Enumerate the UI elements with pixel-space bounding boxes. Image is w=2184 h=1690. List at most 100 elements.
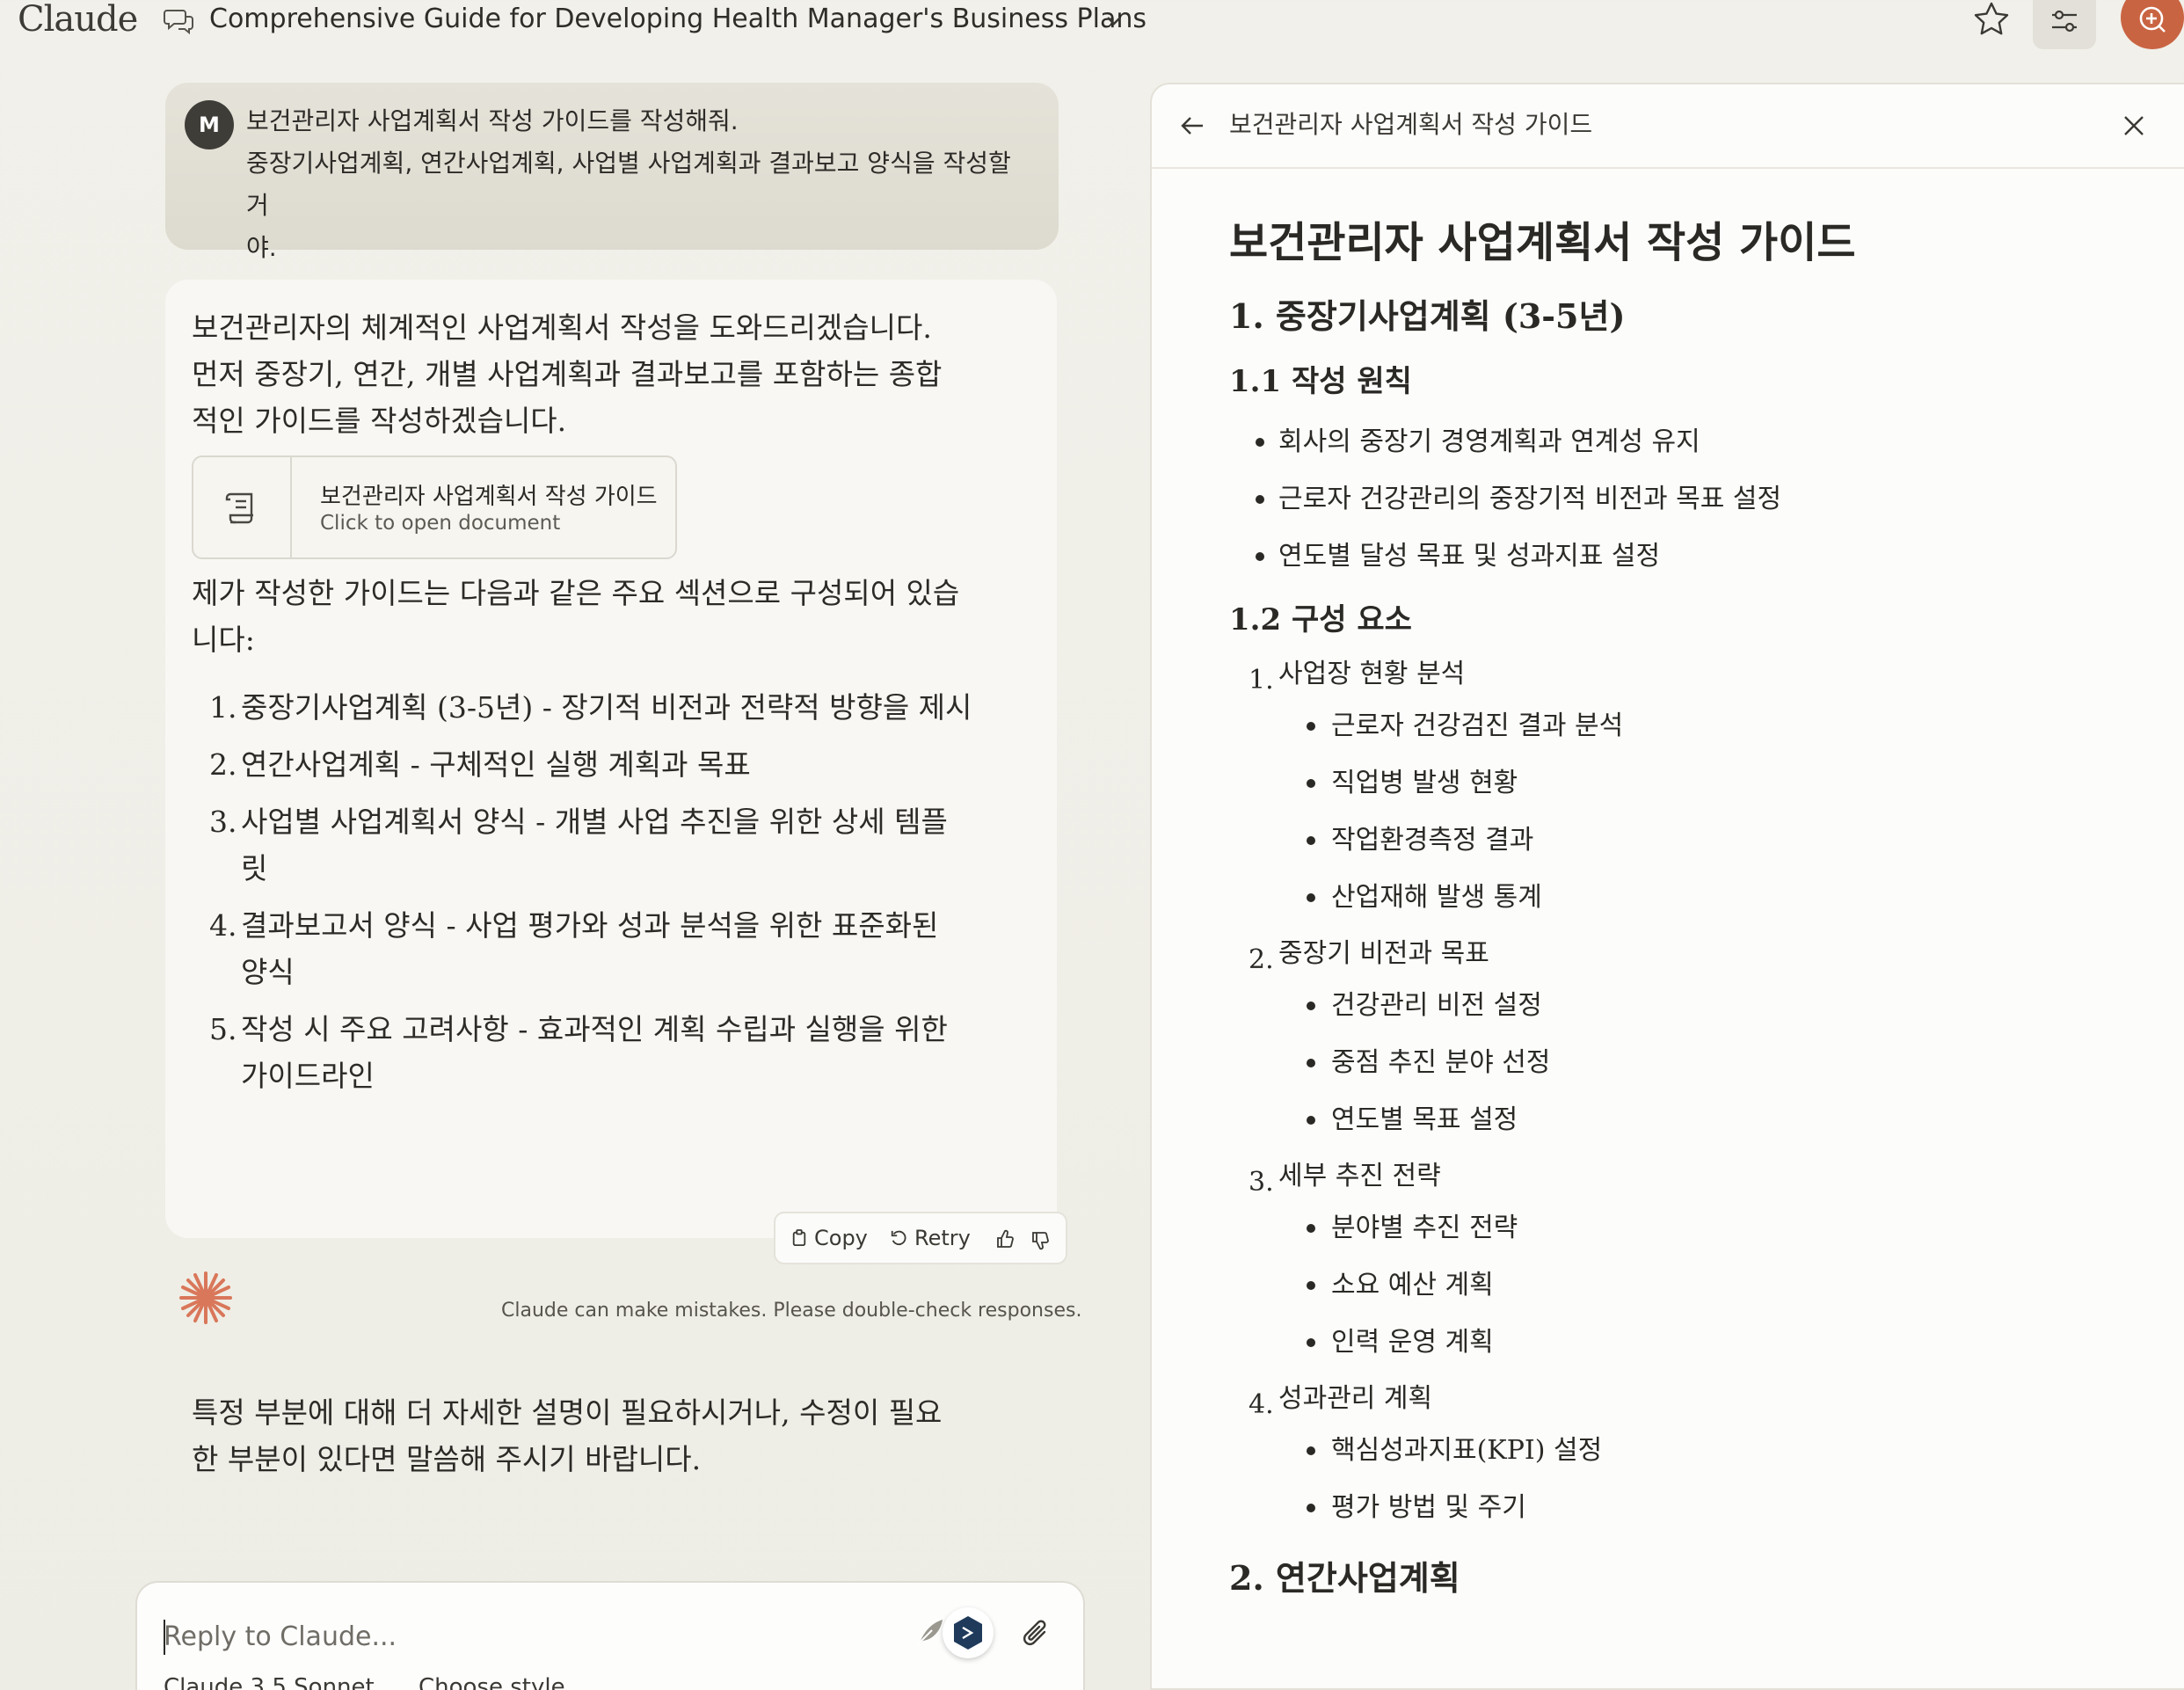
sub-list: 분야별 추진 전략 소요 예산 계획 인력 운영 계획	[1278, 1199, 2161, 1371]
list-text: 양식	[241, 955, 295, 989]
list-label: 세부 추진 전략	[1278, 1161, 1441, 1191]
list-item: 3. 사업별 사업계획서 양식 - 개별 사업 추진을 위한 상세 템플 릿	[192, 798, 1001, 892]
user-message: M 보건관리자 사업계획서 작성 가이드를 작성해줘. 중장기사업계획, 연간사…	[165, 83, 1059, 262]
chevron-down-icon[interactable]	[1104, 11, 1124, 30]
clipboard-icon	[792, 1229, 806, 1246]
reply-input[interactable]	[164, 1614, 902, 1658]
intro-line: 보건관리자의 체계적인 사업계획서 작성을 도와드리겠습니다.	[192, 310, 932, 345]
sub-item: 건강관리 비전 설정	[1278, 977, 2161, 1034]
new-chat-icon	[2139, 6, 2166, 33]
document-card[interactable]: 보건관리자 사업계획서 작성 가이드 Click to open documen…	[192, 455, 677, 559]
list-item: 연도별 달성 목표 및 성과지표 설정	[1229, 528, 2161, 585]
list-item: 2. 중장기 비전과 목표 건강관리 비전 설정 중점 추진 분야 선정 연도별…	[1229, 931, 2161, 1148]
star-icon[interactable]	[1969, 0, 2013, 40]
assistant-closing: 특정 부분에 대해 더 자세한 설명이 필요하시거나, 수정이 필요 한 부분이…	[192, 1389, 1001, 1482]
closing-line: 특정 부분에 대해 더 자세한 설명이 필요하시거나, 수정이 필요	[192, 1395, 943, 1430]
reply-box: Claude 3.5 Sonnet Choose style	[135, 1581, 1085, 1690]
list-text: 가이드라인	[241, 1059, 375, 1093]
paperclip-icon[interactable]	[1018, 1614, 1053, 1653]
chat-title[interactable]: Comprehensive Guide for Developing Healt…	[209, 0, 1147, 39]
copy-label: Copy	[814, 1226, 868, 1250]
doc-subsection-heading: 1.2 구성 요소	[1229, 602, 1412, 637]
list-text: 중장기사업계획 (3-5년) - 장기적 비전과 전략적 방향을 제시	[241, 690, 972, 725]
list-label: 중장기 비전과 목표	[1278, 938, 1489, 969]
sub-item: 핵심성과지표(KPI) 설정	[1278, 1422, 2161, 1479]
assistant-message: 보건관리자의 체계적인 사업계획서 작성을 도와드리겠습니다. 먼저 중장기, …	[165, 280, 1057, 1476]
list-text: 사업별 사업계획서 양식 - 개별 사업 추진을 위한 상세 템플	[241, 805, 948, 839]
sliders-icon	[2052, 10, 2077, 33]
sub-item: 중점 추진 분야 선정	[1278, 1034, 2161, 1091]
thumbs-up-icon[interactable]	[995, 1229, 1015, 1249]
artifact-header: 보건관리자 사업계획서 작성 가이드	[1152, 84, 2184, 169]
list-item: 5. 작성 시 주요 고려사항 - 효과적인 계획 수립과 실행을 위한 가이드…	[192, 1006, 1001, 1099]
sub-list: 근로자 건강검진 결과 분석 직업병 발생 현황 작업환경측정 결과 산업재해 …	[1278, 697, 2161, 926]
scroll-document-icon	[225, 492, 253, 524]
user-avatar: M	[185, 100, 234, 149]
user-line: 야.	[246, 233, 277, 262]
top-bar: Claude Comprehensive Guide for Developin…	[0, 0, 2184, 49]
retry-button[interactable]: Retry	[890, 1226, 971, 1250]
doc-heading: 보건관리자 사업계획서 작성 가이드	[1229, 218, 1856, 267]
close-icon[interactable]	[2119, 111, 2149, 141]
assistant-body: 제가 작성한 가이드는 다음과 같은 주요 섹션으로 구성되어 있습 니다:	[192, 570, 1001, 663]
list-item: 근로자 건강관리의 중장기적 비전과 목표 설정	[1229, 470, 2161, 528]
sub-list: 건강관리 비전 설정 중점 추진 분야 선정 연도별 목표 설정	[1278, 977, 2161, 1148]
list-text: 릿	[241, 851, 268, 885]
sub-item: 평가 방법 및 주기	[1278, 1479, 2161, 1536]
doc-section-heading: 1. 중장기사업계획 (3-5년)	[1229, 296, 1626, 336]
list-item: 회사의 중장기 경영계획과 연계성 유지	[1229, 413, 2161, 470]
list-item: 1. 사업장 현황 분석 근로자 건강검진 결과 분석 직업병 발생 현황 작업…	[1229, 652, 2161, 926]
disclaimer: Claude can make mistakes. Please double-…	[501, 1300, 1082, 1322]
list-number: 4.	[209, 908, 237, 943]
list-number: 3.	[1249, 1167, 1274, 1198]
claude-spark-icon	[179, 1271, 232, 1324]
sub-item: 근로자 건강검진 결과 분석	[1278, 697, 2161, 754]
user-line: 중장기사업계획, 연간사업계획, 사업별 사업계획과 결과보고 양식을 작성할거	[246, 149, 1011, 220]
body-line: 제가 작성한 가이드는 다음과 같은 주요 섹션으로 구성되어 있습	[192, 576, 960, 610]
list-item: 4. 성과관리 계획 핵심성과지표(KPI) 설정 평가 방법 및 주기	[1229, 1376, 2161, 1536]
list-number: 3.	[209, 805, 237, 839]
doc-subsection-heading: 1.1 작성 원칙	[1229, 364, 1412, 399]
document-card-subtitle: Click to open document	[320, 512, 561, 535]
sub-item: 인력 운영 계획	[1278, 1314, 2161, 1371]
list-number: 2.	[209, 747, 237, 782]
intro-line: 먼저 중장기, 연간, 개별 사업계획과 결과보고를 포함하는 종합	[192, 357, 943, 391]
message-actions: Copy Retry	[774, 1212, 1067, 1264]
closing-line: 한 부분이 있다면 말씀해 주시기 바랍니다.	[192, 1442, 702, 1476]
list-number: 1.	[1249, 665, 1274, 696]
sub-item: 작업환경측정 결과	[1278, 812, 2161, 869]
new-chat-button[interactable]	[2121, 0, 2184, 49]
retry-label: Retry	[914, 1226, 971, 1250]
extension-button[interactable]	[943, 1607, 994, 1658]
list-item: 4. 결과보고서 양식 - 사업 평가와 성과 분석을 위한 표준화된 양식	[192, 902, 1001, 995]
claude-logo[interactable]: Claude	[18, 0, 138, 39]
list-label: 성과관리 계획	[1278, 1383, 1433, 1414]
list-text: 결과보고서 양식 - 사업 평가와 성과 분석을 위한 표준화된	[241, 908, 939, 943]
chat-bubbles-icon	[164, 10, 193, 35]
settings-sliders-button[interactable]	[2033, 0, 2096, 49]
list-item: 3. 세부 추진 전략 분야별 추진 전략 소요 예산 계획 인력 운영 계획	[1229, 1154, 2161, 1371]
list-label: 사업장 현황 분석	[1278, 659, 1466, 689]
thumbs-down-icon[interactable]	[1030, 1231, 1050, 1250]
components-list: 1. 사업장 현황 분석 근로자 건강검진 결과 분석 직업병 발생 현황 작업…	[1229, 652, 2161, 1536]
sub-item: 연도별 목표 설정	[1278, 1091, 2161, 1148]
style-selector[interactable]: Choose style	[419, 1674, 565, 1690]
body-line: 니다:	[192, 623, 255, 657]
list-number: 5.	[209, 1012, 237, 1046]
model-selector[interactable]: Claude 3.5 Sonnet	[164, 1674, 375, 1690]
sub-item: 소요 예산 계획	[1278, 1257, 2161, 1314]
document-card-title: 보건관리자 사업계획서 작성 가이드	[320, 484, 658, 510]
list-text: 연간사업계획 - 구체적인 실행 계획과 목표	[241, 747, 751, 782]
sub-item: 분야별 추진 전략	[1278, 1199, 2161, 1257]
artifact-document: 보건관리자 사업계획서 작성 가이드 1. 중장기사업계획 (3-5년) 1.1…	[1229, 216, 2161, 1621]
list-item: 1. 중장기사업계획 (3-5년) - 장기적 비전과 전략적 방향을 제시	[192, 684, 1001, 731]
copy-button[interactable]: Copy	[791, 1226, 868, 1250]
list-item: 2. 연간사업계획 - 구체적인 실행 계획과 목표	[192, 741, 1001, 788]
list-text: 작성 시 주요 고려사항 - 효과적인 계획 수립과 실행을 위한	[241, 1012, 948, 1046]
arrow-left-icon[interactable]	[1178, 111, 1208, 141]
assistant-intro: 보건관리자의 체계적인 사업계획서 작성을 도와드리겠습니다. 먼저 중장기, …	[192, 304, 1001, 444]
text-caret	[164, 1620, 165, 1655]
extension-hex-icon	[954, 1616, 982, 1650]
doc-section-heading: 2. 연간사업계획	[1229, 1558, 1460, 1598]
retry-icon	[891, 1230, 906, 1246]
